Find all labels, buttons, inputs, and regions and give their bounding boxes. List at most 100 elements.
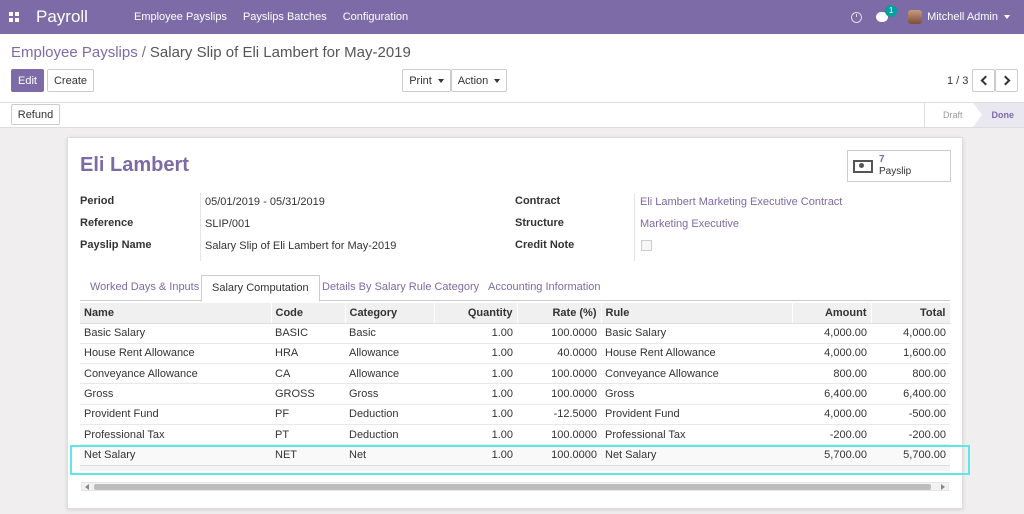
- cell-rule: Basic Salary: [601, 322, 792, 344]
- cell-code: PT: [271, 423, 345, 445]
- tab-salary-computation[interactable]: Salary Computation: [201, 275, 320, 302]
- create-button[interactable]: Create: [47, 69, 94, 92]
- column-header-category[interactable]: Category: [345, 303, 435, 324]
- cell-total: 800.00: [871, 363, 950, 384]
- cell-total: -500.00: [871, 403, 950, 425]
- cell-category: Allowance: [345, 363, 434, 384]
- reference-label: Reference: [80, 217, 134, 229]
- payslip-name-value: Salary Slip of Eli Lambert for May-2019: [205, 240, 397, 252]
- tab-details-by-salary-rule-category[interactable]: Details By Salary Rule Category: [312, 275, 489, 301]
- scrollbar-thumb[interactable]: [94, 484, 931, 490]
- cell-name: Gross: [80, 383, 271, 405]
- column-header-rate[interactable]: Rate (%): [517, 303, 602, 324]
- credit-note-label: Credit Note: [515, 239, 575, 251]
- user-menu[interactable]: Mitchell Admin: [927, 11, 1010, 23]
- cell-quantity: 1.00: [434, 342, 517, 364]
- top-navbar: Payroll Employee Payslips Payslips Batch…: [0, 0, 1024, 34]
- pager-value[interactable]: 1 / 3: [947, 75, 968, 87]
- cell-rate: 100.0000: [517, 383, 601, 405]
- cell-amount: 5,700.00: [792, 444, 871, 466]
- payslip-count: 7: [879, 154, 885, 165]
- breadcrumb-current: Salary Slip of Eli Lambert for May-2019: [149, 44, 411, 61]
- user-name: Mitchell Admin: [927, 11, 998, 23]
- cell-rate: 40.0000: [517, 342, 601, 364]
- cell-rule: Conveyance Allowance: [601, 363, 792, 384]
- cell-quantity: 1.00: [434, 423, 517, 445]
- period-value: 05/01/2019 - 05/31/2019: [205, 196, 325, 208]
- table-row[interactable]: House Rent Allowance HRA Allowance 1.00 40.0…: [80, 342, 950, 364]
- salary-computation-table: Name Code Category Quantity Rate (%) Rul…: [80, 303, 951, 472]
- clock-icon[interactable]: [851, 11, 863, 23]
- form-statusbar: Refund Draft Done: [0, 102, 1024, 128]
- column-header-quantity[interactable]: Quantity: [434, 303, 518, 324]
- print-label: Print: [409, 74, 432, 87]
- column-header-total[interactable]: Total: [871, 303, 951, 324]
- horizontal-scrollbar[interactable]: [81, 482, 949, 491]
- table-row[interactable]: Provident Fund PF Deduction 1.00 -12.5000 Pro…: [80, 403, 950, 425]
- pager-previous-button[interactable]: [972, 69, 995, 92]
- menu-employee-payslips[interactable]: Employee Payslips: [134, 11, 227, 23]
- cell-rate: 100.0000: [517, 444, 601, 466]
- cell-category: Allowance: [345, 342, 434, 364]
- edit-button[interactable]: Edit: [11, 69, 44, 92]
- cell-amount: -200.00: [792, 423, 871, 445]
- cell-total: -200.00: [871, 423, 950, 445]
- cell-amount: 4,000.00: [792, 342, 871, 364]
- breadcrumb-parent[interactable]: Employee Payslips: [11, 44, 138, 61]
- tab-worked-days-inputs[interactable]: Worked Days & Inputs: [80, 275, 209, 301]
- cell-code: BASIC: [271, 322, 345, 344]
- scroll-right-icon[interactable]: [941, 484, 945, 490]
- structure-link[interactable]: Marketing Executive: [640, 218, 739, 230]
- credit-note-checkbox[interactable]: [641, 240, 652, 251]
- column-header-name[interactable]: Name: [80, 303, 272, 324]
- payslip-label: Payslip: [879, 166, 912, 177]
- payslip-smart-button[interactable]: 7 Payslip: [847, 150, 951, 182]
- cell-name: Basic Salary: [80, 322, 271, 344]
- cell-amount: 4,000.00: [792, 403, 871, 425]
- menu-payslips-batches[interactable]: Payslips Batches: [243, 11, 327, 23]
- cell-code: CA: [271, 363, 345, 384]
- cell-total: 1,600.00: [871, 342, 950, 364]
- apps-grid-icon[interactable]: [6, 9, 22, 25]
- column-header-rule[interactable]: Rule: [601, 303, 793, 324]
- cell-code: PF: [271, 403, 345, 425]
- cell-name: Professional Tax: [80, 423, 271, 445]
- action-label: Action: [457, 74, 489, 87]
- avatar[interactable]: [908, 10, 923, 24]
- print-dropdown[interactable]: Print: [402, 69, 451, 92]
- chat-count-badge: 1: [885, 5, 898, 17]
- main-menu: Employee Payslips Payslips Batches Confi…: [134, 11, 424, 23]
- breadcrumb: Employee Payslips / Salary Slip of Eli Lam…: [11, 44, 411, 61]
- cell-quantity: 1.00: [434, 363, 517, 384]
- contract-label: Contract: [515, 195, 561, 207]
- menu-configuration[interactable]: Configuration: [343, 11, 408, 23]
- cell-amount: 4,000.00: [792, 322, 871, 344]
- table-row[interactable]: Net Salary NET Net 1.00 100.0000 Net Salary 5,…: [80, 444, 950, 466]
- field-divider: [634, 193, 635, 261]
- cell-code: GROSS: [271, 383, 345, 405]
- table-row[interactable]: Gross GROSS Gross 1.00 100.0000 Gross 6,400.00…: [80, 383, 950, 405]
- column-header-amount[interactable]: Amount: [792, 303, 872, 324]
- action-dropdown[interactable]: Action: [451, 69, 507, 92]
- cell-rule: Net Salary: [601, 444, 792, 466]
- scroll-left-icon[interactable]: [85, 484, 89, 490]
- table-row[interactable]: Basic Salary BASIC Basic 1.00 100.0000 Basic …: [80, 322, 950, 344]
- cell-name: House Rent Allowance: [80, 342, 271, 364]
- messaging-menu[interactable]: 1: [876, 5, 898, 22]
- refund-button[interactable]: Refund: [11, 104, 60, 125]
- table-row[interactable]: Conveyance Allowance CA Allowance 1.00 100.0…: [80, 363, 950, 384]
- contract-link[interactable]: Eli Lambert Marketing Executive Contract: [640, 196, 842, 208]
- table-row[interactable]: Professional Tax PT Deduction 1.00 100.0000 P…: [80, 423, 950, 445]
- status-steps: Draft Done: [923, 103, 1024, 127]
- caret-down-icon: [437, 78, 444, 83]
- payslip-name-label: Payslip Name: [80, 239, 152, 251]
- column-header-code[interactable]: Code: [271, 303, 346, 324]
- cell-category: Deduction: [345, 423, 434, 445]
- cell-rate: -12.5000: [517, 403, 601, 425]
- pager-next-button[interactable]: [995, 69, 1018, 92]
- app-brand[interactable]: Payroll: [36, 7, 120, 27]
- cell-category: Gross: [345, 383, 434, 405]
- tab-accounting-information[interactable]: Accounting Information: [478, 275, 611, 301]
- breadcrumb-separator: /: [141, 44, 146, 61]
- cell-rule: Provident Fund: [601, 403, 792, 425]
